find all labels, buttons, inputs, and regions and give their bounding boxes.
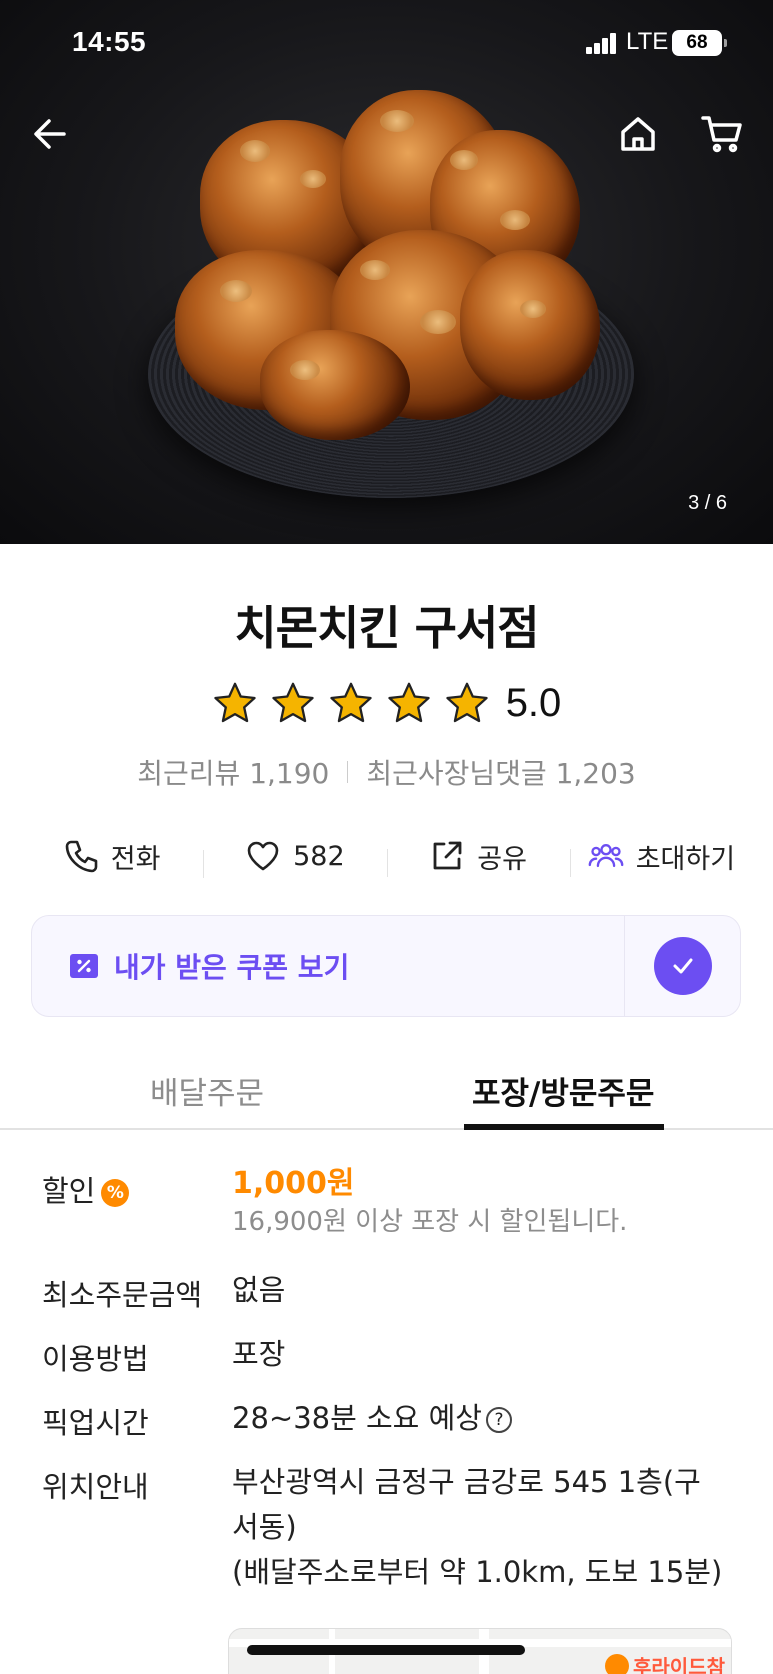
- star-icon: [271, 682, 314, 723]
- discount-note: 16,900원 이상 포장 시 할인됩니다.: [232, 1207, 628, 1237]
- location-line-1: 부산광역시 금정구 금강로 545 1층(구: [232, 1465, 701, 1499]
- help-icon[interactable]: ?: [485, 1407, 512, 1433]
- home-indicator: [247, 1645, 525, 1655]
- status-bar: 14:55 LTE 68: [0, 0, 773, 88]
- coupon-label: 내가 받은 쿠폰 보기: [114, 951, 350, 984]
- min-order-value: 없음: [232, 1273, 286, 1307]
- method-key: 이용방법: [42, 1342, 149, 1376]
- map-pin-icon: [605, 1654, 629, 1674]
- battery-icon: 68: [672, 30, 727, 56]
- store-name: 치몬치킨 구서점: [234, 601, 539, 655]
- store-actions: 전화 582 공유 초대하기: [20, 828, 753, 884]
- home-icon: [621, 117, 655, 151]
- share-button[interactable]: 공유: [386, 837, 570, 877]
- discount-badge-icon: %: [101, 1179, 130, 1207]
- tab-delivery[interactable]: 배달주문: [150, 1068, 264, 1113]
- method-value: 포장: [232, 1337, 286, 1371]
- active-tab-indicator: [464, 1124, 664, 1130]
- network-label: LTE: [626, 28, 669, 55]
- coupon-view-button[interactable]: 내가 받은 쿠폰 보기: [31, 915, 625, 1017]
- location-line-2: 서동): [232, 1510, 297, 1544]
- share-label: 공유: [477, 843, 527, 875]
- min-order-key: 최소주문금액: [42, 1278, 203, 1312]
- pickup-value: 28~38분 소요 예상: [232, 1401, 482, 1435]
- hero-image[interactable]: 14:55 LTE 68 3 / 6: [0, 0, 773, 544]
- phone-icon: [65, 840, 98, 873]
- discount-key: 할인: [42, 1174, 96, 1208]
- signal-icon: [586, 32, 618, 54]
- like-button[interactable]: 582: [203, 838, 386, 878]
- invite-label: 초대하기: [635, 843, 736, 875]
- star-icon: [329, 682, 372, 723]
- call-button[interactable]: 전화: [20, 837, 203, 876]
- tab-pickup[interactable]: 포장/방문주문: [472, 1068, 654, 1113]
- image-counter: 3 / 6: [688, 492, 727, 514]
- review-stats[interactable]: 최근리뷰 1,190 최근사장님댓글 1,203: [0, 752, 773, 792]
- share-icon: [433, 841, 462, 870]
- discount-amount: 1,000원: [232, 1166, 355, 1201]
- cart-icon: [701, 116, 742, 153]
- recent-reviews[interactable]: 최근리뷰 1,190: [137, 752, 329, 792]
- heart-icon: [247, 841, 279, 871]
- status-time: 14:55: [72, 26, 147, 57]
- divider: [347, 761, 349, 783]
- location-line-3: (배달주소로부터 약 1.0km, 도보 15분): [232, 1555, 723, 1589]
- cart-button[interactable]: [696, 108, 748, 160]
- pickup-key: 픽업시간: [42, 1406, 149, 1440]
- group-icon: [588, 844, 624, 868]
- star-icon: [445, 682, 488, 723]
- home-button[interactable]: [612, 108, 664, 160]
- invite-button[interactable]: 초대하기: [569, 837, 753, 877]
- star-icon: [213, 682, 256, 723]
- back-arrow-icon: [34, 119, 66, 149]
- location-key: 위치안내: [42, 1470, 149, 1504]
- check-icon: [653, 937, 712, 995]
- star-icon: [387, 682, 430, 723]
- recent-owner-replies[interactable]: 최근사장님댓글 1,203: [366, 752, 635, 792]
- rating-value: 5.0: [505, 680, 562, 725]
- map-poi-label: 후라이드참: [633, 1655, 725, 1674]
- call-label: 전화: [110, 843, 161, 875]
- like-count: 582: [293, 840, 345, 872]
- coupon-check-button[interactable]: [625, 915, 741, 1017]
- back-button[interactable]: [24, 108, 76, 160]
- rating-row[interactable]: 5.0: [0, 680, 773, 726]
- order-type-tabs: 배달주문 포장/방문주문: [0, 1062, 773, 1130]
- coupon-icon: [70, 954, 98, 978]
